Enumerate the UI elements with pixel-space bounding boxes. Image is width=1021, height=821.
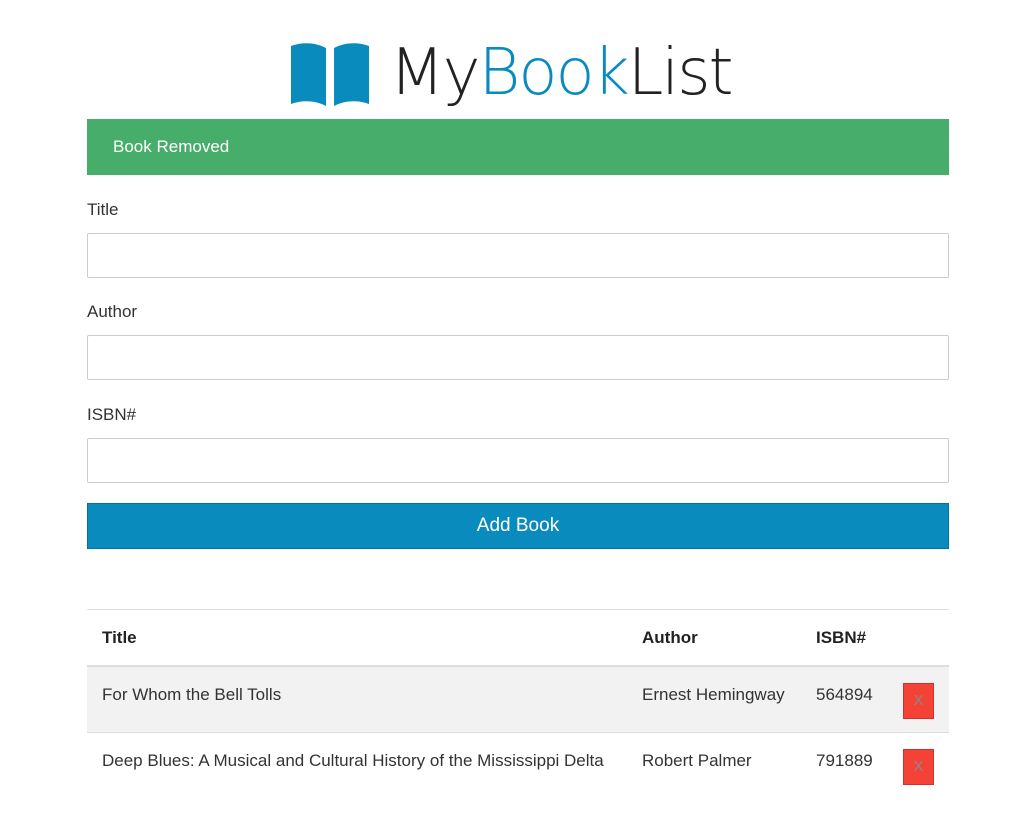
author-input[interactable]: [87, 335, 949, 380]
add-book-button[interactable]: Add Book: [87, 503, 949, 549]
cell-title: For Whom the Bell Tolls: [87, 665, 627, 732]
brand-part-my: My: [389, 36, 480, 110]
page: MyBookList Book Removed Title Author ISB…: [0, 0, 1021, 821]
book-list-table: Title Author ISBN# For Whom the Bell Tol…: [87, 609, 949, 798]
title-label: Title: [87, 200, 119, 219]
header-actions: [888, 609, 949, 667]
table-row: Deep Blues: A Musical and Cultural Histo…: [87, 731, 949, 798]
cell-isbn: 791889: [801, 731, 888, 798]
author-label: Author: [87, 302, 138, 321]
delete-button[interactable]: X: [903, 748, 934, 785]
cell-author: Ernest Hemingway: [627, 665, 801, 732]
header-author: Author: [627, 609, 801, 667]
cell-actions: X: [888, 665, 949, 732]
alert-message: Book Removed: [113, 137, 230, 156]
cell-author: Robert Palmer: [627, 731, 801, 798]
app-logo: MyBookList: [0, 28, 1021, 118]
app-title: MyBookList: [389, 41, 733, 105]
cell-actions: X: [888, 731, 949, 798]
brand-part-book: Book: [478, 36, 629, 110]
isbn-label: ISBN#: [87, 405, 137, 424]
header-title: Title: [87, 609, 627, 667]
isbn-input[interactable]: [87, 438, 949, 483]
status-alert: Book Removed: [87, 119, 949, 175]
delete-button[interactable]: X: [903, 683, 934, 719]
cell-isbn: 564894: [801, 665, 888, 732]
cell-title: Deep Blues: A Musical and Cultural Histo…: [87, 731, 627, 798]
header-isbn: ISBN#: [801, 609, 888, 667]
table-header-row: Title Author ISBN#: [87, 609, 949, 667]
title-input[interactable]: [87, 233, 949, 278]
brand-part-list: List: [627, 36, 734, 110]
table-row: For Whom the Bell Tolls Ernest Hemingway…: [87, 665, 949, 732]
open-book-icon: [291, 43, 370, 106]
